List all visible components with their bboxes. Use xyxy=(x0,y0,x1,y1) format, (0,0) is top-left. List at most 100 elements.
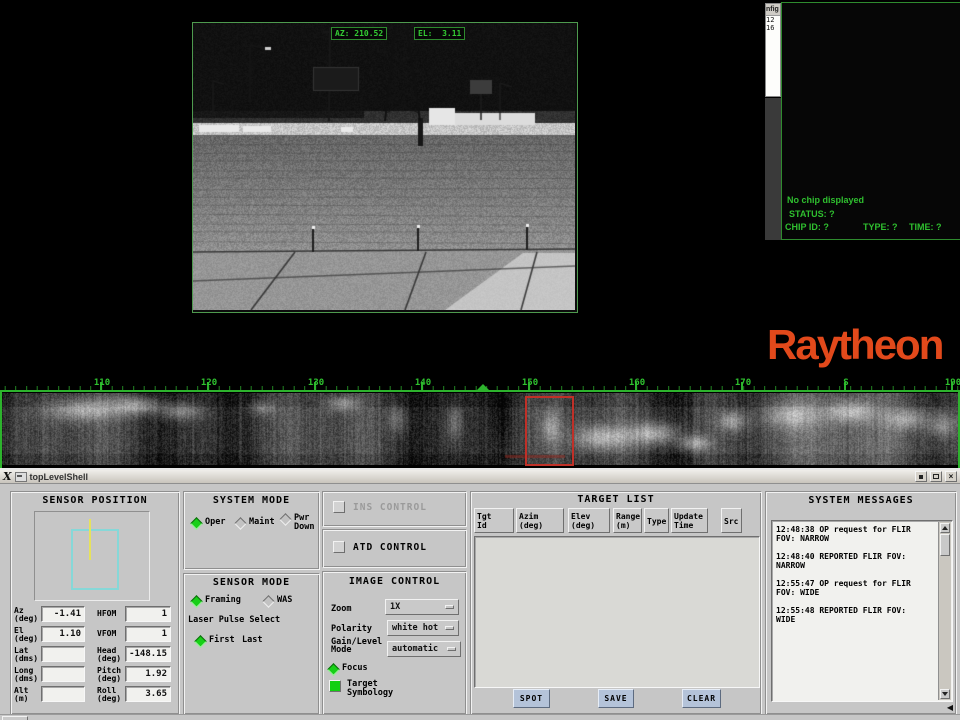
panorama-strip[interactable] xyxy=(0,392,960,468)
radio-first[interactable]: First xyxy=(196,636,235,646)
polarity-label: Polarity xyxy=(331,625,372,633)
gain-dropdown[interactable]: automatic xyxy=(387,641,461,657)
column-header-tgt-id[interactable]: Tgt Id xyxy=(474,508,514,533)
scale-label: 110 xyxy=(94,378,110,388)
scroll-up-icon[interactable] xyxy=(940,523,950,533)
hfom-field[interactable]: 1 xyxy=(125,606,171,622)
alt-field[interactable] xyxy=(41,686,85,702)
radio-last[interactable]: Last xyxy=(242,636,262,645)
radio-maint[interactable]: Maint xyxy=(236,518,275,528)
window-title: topLevelShell xyxy=(30,472,912,482)
radio-diamond-icon xyxy=(262,595,275,608)
scrollbar-thumb[interactable] xyxy=(940,534,950,556)
column-header-elev[interactable]: Elev (deg) xyxy=(568,508,610,533)
zoom-label: Zoom xyxy=(331,605,351,613)
column-header-src[interactable]: Src xyxy=(721,508,742,533)
lat-field[interactable] xyxy=(41,646,85,662)
target-list-body[interactable] xyxy=(474,536,760,688)
raytheon-logo: Raytheon xyxy=(767,320,959,372)
column-header-type[interactable]: Type xyxy=(644,508,669,533)
log-message: 12:55:47 OP request for FLIR FOV: WIDE xyxy=(776,579,926,597)
field-label: HFOM xyxy=(97,610,116,618)
el-field[interactable]: 1.10 xyxy=(41,626,85,642)
minimize-button[interactable] xyxy=(915,471,927,482)
scale-label: 170 xyxy=(735,378,751,388)
scale-label: 160 xyxy=(629,378,645,388)
close-button[interactable]: × xyxy=(945,471,957,482)
target-symbology-checkbox[interactable] xyxy=(329,680,341,692)
hscroll-left-icon[interactable]: ◀ xyxy=(947,703,953,712)
ins-control-box: INS CONTROL xyxy=(322,491,467,527)
scroll-down-icon[interactable] xyxy=(940,689,950,699)
field-label: Pitch (deg) xyxy=(97,667,121,683)
field-label: Long (dms) xyxy=(14,667,38,683)
chip-id: CHIP ID: ? xyxy=(785,222,829,232)
window-menu-icon[interactable] xyxy=(15,472,27,482)
atd-control-box: ATD CONTROL xyxy=(322,529,467,568)
toplevel-shell-window: X topLevelShell × SENSOR POSITION Az (de… xyxy=(0,468,960,720)
radio-was[interactable]: WAS xyxy=(264,596,292,606)
radio-diamond-icon xyxy=(234,517,247,530)
panel-title: SENSOR MODE xyxy=(184,577,319,588)
azimuth-marker-icon xyxy=(476,384,490,391)
radio-pwr-down[interactable]: Pwr Down xyxy=(281,514,314,532)
panel-title: SYSTEM MODE xyxy=(184,495,319,506)
background-window-titlebar: nfig xyxy=(766,4,780,16)
azimuth-readout: AZ: 210.52 xyxy=(331,27,387,40)
hscroll-handle[interactable] xyxy=(2,716,28,720)
radio-framing[interactable]: Framing xyxy=(192,596,241,606)
field-label: Alt (m) xyxy=(14,687,28,703)
radio-diamond-icon xyxy=(327,663,340,676)
fov-highlight-box[interactable] xyxy=(525,396,574,466)
save-button[interactable]: SAVE xyxy=(598,689,634,708)
column-header-update-time[interactable]: Update Time xyxy=(671,508,708,533)
scale-label: 120 xyxy=(201,378,217,388)
ins-control-toggle[interactable] xyxy=(333,501,345,513)
clear-button[interactable]: CLEAR xyxy=(682,689,721,708)
radio-oper[interactable]: Oper xyxy=(192,518,225,528)
head-field[interactable]: -148.15 xyxy=(125,646,171,662)
gain-value: automatic xyxy=(392,644,438,654)
log-message: 12:55:48 REPORTED FLIR FOV: WIDE xyxy=(776,606,926,624)
dropdown-indicator-icon xyxy=(447,647,456,651)
screen: AZ: 210.52 EL: 3.11 nfig 12 16 No chip d… xyxy=(0,0,960,720)
sensor-position-panel: SENSOR POSITION Az (deg) -1.41 HFOM 1 El… xyxy=(10,491,180,715)
radio-diamond-icon xyxy=(194,635,207,648)
shell-titlebar[interactable]: X topLevelShell × xyxy=(0,470,960,484)
zoom-dropdown[interactable]: 1X xyxy=(385,599,459,615)
pitch-field[interactable]: 1.92 xyxy=(125,666,171,682)
radio-diamond-icon xyxy=(190,595,203,608)
field-label: Head (deg) xyxy=(97,647,121,663)
system-messages-panel: SYSTEM MESSAGES 12:48:38 OP request for … xyxy=(765,491,957,715)
chip-type: TYPE: ? xyxy=(863,222,898,232)
field-label: Az (deg) xyxy=(14,607,38,623)
radio-diamond-icon xyxy=(190,517,203,530)
scale-label: 130 xyxy=(308,378,324,388)
atd-control-toggle[interactable] xyxy=(333,541,345,553)
spot-button[interactable]: SPOT xyxy=(513,689,550,708)
target-symbology-label: Target Symbology xyxy=(347,680,393,698)
az-field[interactable]: -1.41 xyxy=(41,606,85,622)
vfom-field[interactable]: 1 xyxy=(125,626,171,642)
messages-scrollbar[interactable] xyxy=(938,522,951,700)
column-header-azim[interactable]: Azim (deg) xyxy=(516,508,564,533)
message-log[interactable]: 12:48:38 OP request for FLIR FOV: NARROW… xyxy=(771,520,953,702)
sensor-footprint-map xyxy=(34,511,150,601)
maximize-button[interactable] xyxy=(930,471,942,482)
target-list-panel: TARGET LIST Tgt Id Azim (deg) Elev (deg)… xyxy=(470,491,762,715)
focus-toggle[interactable]: Focus xyxy=(329,664,368,674)
zoom-value: 1X xyxy=(390,602,400,612)
flir-camera-view[interactable]: AZ: 210.52 EL: 3.11 xyxy=(192,22,578,313)
polarity-dropdown[interactable]: white hot xyxy=(387,620,459,636)
panel-title: IMAGE CONTROL xyxy=(323,576,466,587)
roll-field[interactable]: 3.65 xyxy=(125,686,171,702)
chip-message: No chip displayed xyxy=(787,195,864,205)
field-label: Lat (dms) xyxy=(14,647,38,663)
long-field[interactable] xyxy=(41,666,85,682)
scale-label: 190 xyxy=(945,378,960,388)
atd-control-label: ATD CONTROL xyxy=(353,544,427,552)
background-window-edge xyxy=(765,98,781,240)
background-window-sliver[interactable]: nfig 12 16 xyxy=(765,3,781,97)
elevation-readout: EL: 3.11 xyxy=(414,27,465,40)
column-header-range[interactable]: Range (m) xyxy=(613,508,642,533)
